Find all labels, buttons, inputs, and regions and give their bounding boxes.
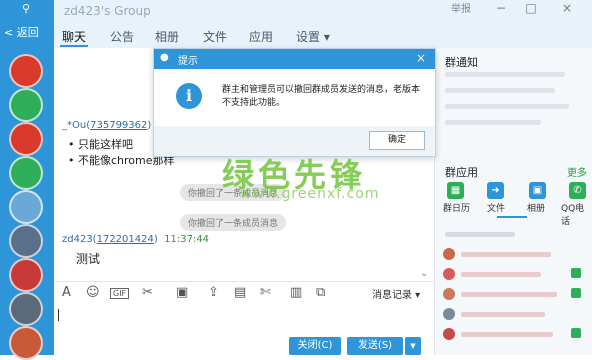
active-tab-indicator: [60, 45, 88, 47]
more-icon[interactable]: ⧉: [316, 285, 325, 300]
sender-name: _*Ou(: [62, 120, 91, 131]
group-title: zd423's Group: [64, 4, 151, 18]
close-icon[interactable]: ×: [416, 51, 426, 65]
file-icon[interactable]: ➜: [487, 182, 504, 199]
members-header: [445, 232, 515, 237]
conversation-sidebar: ⚲ < 返回: [0, 0, 54, 360]
input-toolbar: A ☺ GIF ✂ ▣ ⇪ ▤ ✄ ▥ ⧉ 消息记录 ▾: [54, 281, 434, 304]
font-icon[interactable]: A: [62, 285, 71, 300]
tab-announcement[interactable]: 公告: [110, 28, 134, 45]
group-info-panel: 群通知 群应用 更多 ▦ 群日历 ➜ 文件 ▣ 相册 ✆ QQ电话: [434, 48, 592, 355]
emoji-icon[interactable]: ☺: [86, 285, 100, 300]
message-time: 11:37:44: [164, 234, 210, 245]
dialog-message: 群主和管理员可以撤回群成员发送的消息，老版本不支持此功能。: [222, 85, 421, 108]
ok-button[interactable]: 确定: [369, 131, 425, 150]
avatar[interactable]: [9, 156, 43, 190]
member-name[interactable]: [461, 312, 545, 317]
message-input[interactable]: 关闭(C) 发送(S) ▼: [54, 303, 434, 355]
member-avatar[interactable]: [443, 328, 455, 340]
text-cursor: [58, 309, 59, 321]
send-options-button[interactable]: ▼: [405, 337, 421, 355]
message-text: • 只能这样吧: [68, 138, 133, 151]
maximize-button[interactable]: □: [522, 0, 540, 16]
member-avatar[interactable]: [443, 268, 455, 280]
member-badge: [571, 328, 581, 338]
tab-chat[interactable]: 聊天: [62, 28, 86, 45]
member-avatar[interactable]: [443, 308, 455, 320]
calendar-icon[interactable]: ▥: [290, 285, 302, 300]
info-icon: i: [176, 83, 202, 109]
message-sender: _*Ou(735799362): [62, 120, 152, 131]
app-label[interactable]: QQ电话: [561, 201, 592, 227]
gif-icon[interactable]: GIF: [110, 288, 130, 299]
avatar[interactable]: [9, 292, 43, 326]
tab-apps[interactable]: 应用: [249, 28, 273, 45]
member-badge: [571, 288, 581, 298]
scissors-icon[interactable]: ✄: [260, 285, 271, 300]
close-window-button[interactable]: ×: [558, 0, 576, 16]
group-apps-title: 群应用: [445, 166, 478, 179]
tab-settings[interactable]: 设置 ▾: [296, 28, 330, 45]
image-icon[interactable]: ▣: [176, 285, 188, 300]
app-label[interactable]: 群日历: [443, 201, 470, 214]
report-button[interactable]: 举报: [451, 0, 471, 15]
dialog-title: 提示: [178, 56, 198, 67]
message-history-button[interactable]: 消息记录 ▾: [372, 286, 420, 301]
watermark-url: www.greenxf.com: [240, 186, 380, 202]
system-notice: 你撤回了一条成员消息: [180, 214, 287, 231]
sender-id-link[interactable]: 735799362: [90, 120, 147, 131]
avatar[interactable]: [9, 122, 43, 156]
album-icon[interactable]: ▣: [529, 182, 546, 199]
sender-name: zd423(: [62, 234, 97, 245]
apps-more-link[interactable]: 更多: [567, 164, 587, 179]
tab-bar: 聊天 公告 相册 文件 应用 设置 ▾: [54, 24, 592, 48]
notice-line: [445, 72, 565, 77]
search-icon[interactable]: ⚲: [18, 2, 34, 16]
chevron-down-icon[interactable]: ⌄: [420, 268, 428, 279]
avatar[interactable]: [9, 224, 43, 258]
back-button[interactable]: < 返回: [4, 24, 39, 40]
calendar-icon[interactable]: ▦: [447, 182, 464, 199]
avatar[interactable]: [9, 190, 43, 224]
notice-line: [445, 120, 541, 125]
member-badge: [571, 268, 581, 278]
avatar[interactable]: [9, 88, 43, 122]
member-avatar[interactable]: [443, 248, 455, 260]
member-name[interactable]: [461, 252, 551, 257]
member-name[interactable]: [461, 332, 553, 337]
upload-icon[interactable]: ⇪: [208, 285, 219, 300]
notice-line: [445, 104, 569, 109]
tab-album[interactable]: 相册: [155, 28, 179, 45]
minimize-button[interactable]: −: [492, 0, 510, 16]
app-label[interactable]: 相册: [527, 201, 545, 214]
dialog-header: ● 提示 ×: [154, 49, 435, 69]
message-text: 测试: [76, 252, 101, 266]
notice-line: [445, 88, 555, 93]
group-notice-title: 群通知: [445, 56, 478, 69]
tab-files[interactable]: 文件: [203, 28, 227, 45]
gift-icon[interactable]: ▤: [234, 285, 246, 300]
screenshot-icon[interactable]: ✂: [142, 285, 153, 300]
message-sender: zd423(172201424) 11:37:44: [62, 234, 210, 245]
qq-penguin-icon: ●: [160, 52, 169, 63]
member-name[interactable]: [461, 292, 557, 297]
close-button[interactable]: 关闭(C): [289, 337, 341, 355]
avatar[interactable]: [9, 54, 43, 88]
sender-id-link[interactable]: 172201424: [97, 234, 154, 245]
member-name[interactable]: [461, 272, 541, 277]
send-button[interactable]: 发送(S): [347, 337, 403, 355]
member-avatar[interactable]: [443, 288, 455, 300]
title-bar: zd423's Group 举报 − □ ×: [54, 0, 592, 24]
phone-icon[interactable]: ✆: [569, 182, 586, 199]
tip-dialog: ● 提示 × i 群主和管理员可以撤回群成员发送的消息，老版本不支持此功能。 确…: [153, 48, 436, 157]
apps-page-indicator: [497, 216, 527, 218]
app-label[interactable]: 文件: [487, 201, 505, 214]
avatar[interactable]: [9, 258, 43, 292]
